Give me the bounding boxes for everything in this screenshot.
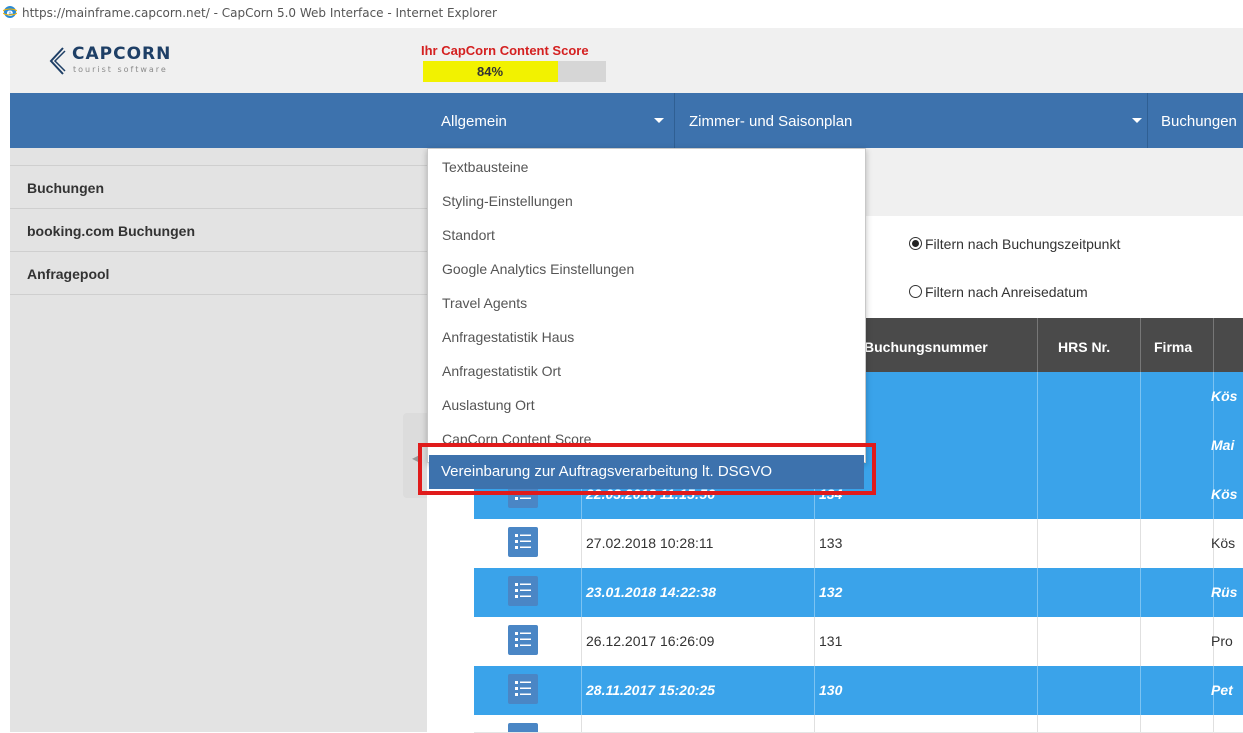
capcorn-logo[interactable]: CAPCORN tourist software: [48, 44, 208, 80]
content-score-value: 84%: [477, 64, 504, 79]
row-name: Kös: [1211, 535, 1236, 551]
content-score-label: Ihr CapCorn Content Score: [421, 43, 589, 58]
menu-item-anfragestatistik-haus[interactable]: Anfragestatistik Haus: [442, 329, 574, 345]
row-number: 132: [819, 584, 843, 600]
row-name: Pro: [1211, 633, 1233, 649]
chevron-down-icon: [1132, 118, 1142, 123]
column-header-firma[interactable]: Firma: [1141, 318, 1213, 372]
logo-mark-icon: [49, 47, 66, 75]
sidebar: Buchungen booking.com Buchungen Anfragep…: [10, 148, 427, 732]
list-detail-icon: [515, 583, 531, 598]
menu-item-textbausteine[interactable]: Textbausteine: [442, 159, 528, 175]
table-row[interactable]: [474, 715, 1243, 733]
app-header: CAPCORN tourist software Ihr CapCorn Con…: [10, 28, 1243, 93]
column-header-buchungsnummer[interactable]: Buchungsnummer: [864, 318, 1037, 372]
row-number: 133: [819, 535, 843, 551]
annotation-highlight-box: [418, 443, 876, 495]
content-score-bar[interactable]: 84%: [423, 61, 606, 82]
row-date: 26.12.2017 16:26:09: [586, 633, 715, 649]
row-name: Rüs: [1211, 584, 1238, 600]
nav-tab-label: Allgemein: [441, 113, 507, 130]
nav-tab-label: Zimmer- und Saisonplan: [689, 113, 853, 130]
list-detail-icon: [515, 632, 531, 647]
sidebar-item-label: Buchungen: [27, 180, 104, 196]
radio-checked-icon: [909, 237, 922, 250]
allgemein-dropdown-menu: Textbausteine Styling-Einstellungen Stan…: [427, 148, 866, 463]
filter-booking-time-radio[interactable]: Filtern nach Buchungszeitpunkt: [909, 236, 1120, 252]
detail-list-button[interactable]: [508, 674, 538, 704]
menu-item-travel-agents[interactable]: Travel Agents: [442, 295, 527, 311]
row-date: 28.11.2017 15:20:25: [586, 682, 715, 698]
filter-arrival-radio[interactable]: Filtern nach Anreisedatum: [909, 284, 1088, 300]
list-detail-icon: [515, 681, 531, 696]
column-header-hrs-nr[interactable]: HRS Nr.: [1038, 318, 1140, 372]
detail-list-button[interactable]: [508, 527, 538, 557]
sidebar-item-label: Anfragepool: [27, 266, 110, 282]
sidebar-item-buchungen[interactable]: Buchungen: [10, 165, 427, 209]
row-name: Pet: [1211, 682, 1233, 698]
filter-arrival-label: Filtern nach Anreisedatum: [925, 284, 1088, 300]
row-date: 27.02.2018 10:28:11: [586, 535, 714, 551]
logo-subtitle: tourist software: [73, 65, 168, 74]
nav-tab-allgemein[interactable]: Allgemein: [427, 93, 674, 148]
detail-list-button[interactable]: [508, 576, 538, 606]
filter-booking-time-label: Filtern nach Buchungszeitpunkt: [925, 236, 1121, 252]
menu-item-styling[interactable]: Styling-Einstellungen: [442, 193, 573, 209]
nav-tab-label: Buchungen: [1161, 113, 1237, 130]
radio-unchecked-icon: [909, 285, 922, 298]
sidebar-divider: [10, 294, 427, 295]
detail-list-button[interactable]: [508, 625, 538, 655]
sidebar-item-anfragepool[interactable]: Anfragepool: [10, 251, 427, 295]
nav-tab-buchungen[interactable]: Buchungen: [1148, 93, 1243, 148]
row-number: 130: [819, 682, 843, 698]
main-navigation: Allgemein Zimmer- und Saisonplan Buchung…: [10, 93, 1243, 148]
column-header-label: Buchungsnummer: [864, 339, 988, 355]
row-name: Kös: [1211, 388, 1238, 404]
column-divider: [1213, 318, 1214, 372]
row-number: 131: [819, 633, 843, 649]
sidebar-item-booking-com[interactable]: booking.com Buchungen: [10, 208, 427, 252]
window-title: https://mainframe.capcorn.net/ - CapCorn…: [22, 6, 497, 20]
table-row[interactable]: 26.12.2017 16:26:09 131 Pro: [474, 617, 1243, 667]
menu-item-google-analytics[interactable]: Google Analytics Einstellungen: [442, 261, 634, 277]
content-score-fill: 84%: [423, 61, 558, 82]
row-name: Mai: [1211, 437, 1235, 453]
menu-item-auslastung-ort[interactable]: Auslastung Ort: [442, 397, 535, 413]
row-date: 23.01.2018 14:22:38: [586, 584, 716, 600]
table-row[interactable]: 28.11.2017 15:20:25 130 Pet: [474, 666, 1243, 715]
row-name: Kös: [1211, 486, 1238, 502]
chevron-down-icon: [654, 118, 664, 123]
nav-tab-zimmer-saisonplan[interactable]: Zimmer- und Saisonplan: [675, 93, 1147, 148]
browser-title-bar: e https://mainframe.capcorn.net/ - CapCo…: [0, 0, 1243, 28]
menu-item-standort[interactable]: Standort: [442, 227, 495, 243]
table-row[interactable]: 27.02.2018 10:28:11 133 Kös: [474, 519, 1243, 569]
menu-item-anfragestatistik-ort[interactable]: Anfragestatistik Ort: [442, 363, 561, 379]
internet-explorer-icon: e: [3, 6, 17, 19]
table-row[interactable]: 23.01.2018 14:22:38 132 Rüs: [474, 568, 1243, 617]
column-header-label: Firma: [1154, 339, 1193, 355]
column-header-label: HRS Nr.: [1058, 339, 1111, 355]
sidebar-item-label: booking.com Buchungen: [27, 223, 195, 239]
logo-text: CAPCORN: [72, 44, 172, 64]
list-detail-icon: [515, 534, 531, 549]
